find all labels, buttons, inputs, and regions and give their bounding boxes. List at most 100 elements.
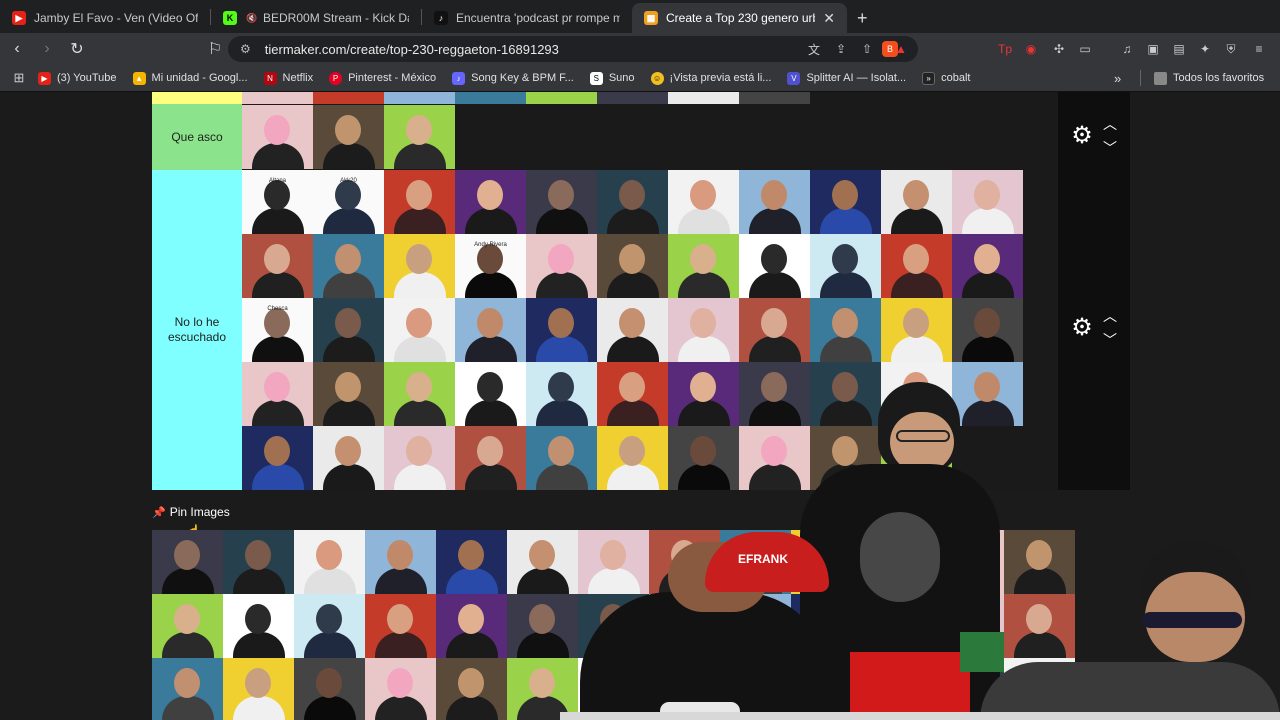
artist-image[interactable] (384, 170, 455, 234)
muted-icon[interactable]: 🔇 (245, 11, 259, 25)
artist-image[interactable] (668, 170, 739, 234)
site-info-icon[interactable]: ⚙ (240, 42, 251, 56)
tab-tiermaker[interactable]: ▦ Create a Top 230 genero urbano ✕ (632, 3, 847, 33)
chevron-up-icon[interactable]: ︿ (1102, 117, 1118, 131)
tier-label-no-lo-he-escuchado[interactable]: No lo he escuchado (152, 170, 242, 490)
extensions-icon[interactable]: ✣ (1050, 40, 1068, 58)
artist-image[interactable] (881, 234, 952, 298)
tab-youtube[interactable]: ▶ Jamby El Favo - Ven (Video Oficial) (0, 3, 210, 33)
artist-image[interactable] (455, 362, 526, 426)
artist-image[interactable] (739, 234, 810, 298)
tier-row-que-asco[interactable] (242, 104, 1058, 170)
install-icon[interactable]: ⇪ (836, 42, 846, 56)
record-icon[interactable]: ◉ (1022, 40, 1040, 58)
artist-image[interactable] (242, 362, 313, 426)
artist-image[interactable] (881, 170, 952, 234)
vpn-icon[interactable]: ⛨ (1222, 40, 1240, 58)
artist-image[interactable] (739, 298, 810, 362)
artist-image[interactable] (436, 594, 507, 658)
close-tab-icon[interactable]: ✕ (823, 10, 835, 27)
artist-image[interactable] (455, 426, 526, 490)
chevron-up-icon[interactable]: ︿ (1102, 309, 1118, 323)
ai-icon[interactable]: ✦ (1196, 40, 1214, 58)
gear-icon[interactable]: ⚙ (1070, 124, 1094, 148)
artist-image[interactable]: Altana (242, 170, 313, 234)
artist-image[interactable] (455, 170, 526, 234)
artist-image[interactable] (384, 298, 455, 362)
pin-images-toggle[interactable]: 📌 Pin Images (152, 505, 230, 519)
forward-button[interactable]: › (34, 36, 60, 62)
translate-icon[interactable]: 文 (808, 41, 820, 58)
artist-image[interactable] (526, 298, 597, 362)
artist-image[interactable] (668, 234, 739, 298)
bookmark-netflix[interactable]: N Netflix (263, 71, 313, 85)
all-bookmarks-folder[interactable]: Todos los favoritos (1154, 71, 1264, 85)
chevron-down-icon[interactable]: ﹀ (1102, 141, 1118, 155)
artist-image[interactable] (526, 92, 597, 104)
artist-image[interactable] (294, 594, 365, 658)
bookmark-splitter[interactable]: V Splitter AI — Isolat... (787, 71, 906, 85)
artist-image[interactable] (526, 170, 597, 234)
apps-grid-icon[interactable]: ⊞ (0, 70, 38, 86)
artist-image[interactable] (668, 92, 739, 104)
bookmark-pinterest[interactable]: P Pinterest - México (329, 71, 436, 85)
artist-image[interactable] (597, 92, 668, 104)
tp-extension-icon[interactable]: Tp (996, 40, 1014, 58)
artist-image[interactable] (810, 170, 881, 234)
artist-image[interactable] (952, 170, 1023, 234)
artist-image[interactable] (739, 92, 810, 104)
artist-image[interactable] (810, 298, 881, 362)
artist-image[interactable] (597, 170, 668, 234)
artist-image[interactable] (365, 530, 436, 594)
gear-icon[interactable]: ⚙ (1070, 316, 1094, 340)
sidebar-icon[interactable]: ▣ (1144, 40, 1162, 58)
tab-kick[interactable]: K 🔇 BEDR00M Stream - Kick Dashboard (211, 3, 421, 33)
artist-image[interactable] (455, 298, 526, 362)
artist-image[interactable] (223, 658, 294, 720)
chevron-down-icon[interactable]: ﹀ (1102, 333, 1118, 347)
tier-label-que-asco[interactable]: Que asco (152, 104, 242, 170)
artist-image[interactable] (223, 594, 294, 658)
bookmark-youtube[interactable]: ▶ (3) YouTube (38, 71, 117, 85)
artist-image[interactable] (952, 234, 1023, 298)
artist-image[interactable] (242, 234, 313, 298)
artist-image[interactable]: Chesca (242, 298, 313, 362)
artist-image[interactable] (384, 426, 455, 490)
media-icon[interactable]: ♫ (1118, 40, 1136, 58)
artist-image[interactable] (436, 658, 507, 720)
artist-image[interactable] (313, 92, 384, 104)
address-bar[interactable]: ⚙ tiermaker.com/create/top-230-reggaeton… (228, 36, 918, 62)
artist-image[interactable] (739, 170, 810, 234)
artist-image[interactable] (294, 658, 365, 720)
artist-image[interactable] (365, 594, 436, 658)
bookmark-suno[interactable]: S Suno (589, 71, 635, 85)
share-icon[interactable]: ⇧ (862, 42, 872, 56)
artist-image[interactable] (668, 298, 739, 362)
bookmark-cobalt[interactable]: » cobalt (922, 71, 970, 85)
bookmark-star-icon[interactable]: ⚐ (202, 36, 228, 62)
artist-image[interactable] (436, 530, 507, 594)
artist-image[interactable] (597, 234, 668, 298)
artist-image[interactable] (384, 234, 455, 298)
artist-image[interactable] (313, 426, 384, 490)
artist-image[interactable] (242, 105, 313, 169)
artist-image[interactable] (223, 530, 294, 594)
reload-button[interactable]: ↻ (64, 36, 90, 62)
artist-image[interactable] (455, 92, 526, 104)
artist-image[interactable] (384, 362, 455, 426)
artist-image[interactable] (313, 362, 384, 426)
artist-image[interactable]: Akk20 (313, 170, 384, 234)
artist-image[interactable] (526, 234, 597, 298)
artist-image[interactable] (152, 658, 223, 720)
artist-image[interactable] (313, 234, 384, 298)
artist-image[interactable] (242, 92, 313, 104)
bookmark-songkey[interactable]: ♪ Song Key & BPM F... (452, 71, 574, 85)
artist-image[interactable]: Andy Rivera (455, 234, 526, 298)
artist-image[interactable] (384, 105, 455, 169)
artist-image[interactable] (881, 298, 952, 362)
menu-icon[interactable]: ≡ (1250, 40, 1268, 58)
artist-image[interactable] (810, 234, 881, 298)
wallet-icon[interactable]: ▤ (1170, 40, 1188, 58)
artist-image[interactable] (294, 530, 365, 594)
artist-image[interactable] (384, 92, 455, 104)
